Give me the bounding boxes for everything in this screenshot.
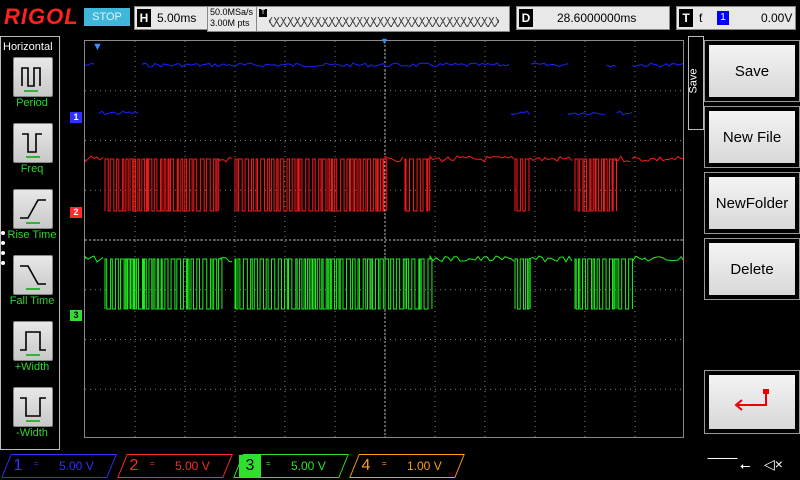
- run-stop-status[interactable]: STOP: [84, 8, 130, 26]
- ch4-number: 4: [361, 457, 371, 474]
- top-status-bar: RIGOL STOP H 5.00ms 50.0MSa/s 3.00M pts …: [0, 0, 800, 36]
- rising-edge-icon: ƭ: [699, 11, 703, 25]
- measure-fall-time[interactable]: Fall Time: [7, 255, 57, 317]
- page-dots-icon: [1, 231, 5, 271]
- trigger-position-marker: T: [259, 9, 267, 17]
- negative-width-icon: [13, 387, 53, 427]
- new-file-button-label: New File: [709, 111, 795, 163]
- delay-value: 28.6000000ms: [557, 11, 637, 25]
- save-button-label: Save: [709, 45, 795, 97]
- horizontal-label: H: [137, 9, 151, 27]
- speaker-icon[interactable]: ◁×: [764, 456, 783, 473]
- ch2-scale: 5.00 V: [175, 459, 210, 473]
- trigger-label: T: [679, 9, 693, 27]
- return-arrow-icon: [734, 389, 769, 411]
- measure-rise-time[interactable]: Rise Time: [7, 189, 57, 251]
- trigger-box[interactable]: T ƭ 1 0.00V: [676, 6, 796, 30]
- sample-rate-box: 50.0MSa/s 3.00M pts: [207, 6, 259, 32]
- return-button[interactable]: [704, 370, 800, 434]
- positive-width-icon: [13, 321, 53, 361]
- measure-negative-width[interactable]: -Width: [7, 387, 57, 449]
- memory-position-bar[interactable]: T: [256, 6, 510, 32]
- waveform-display[interactable]: [84, 40, 684, 438]
- delay-box[interactable]: D 28.6000000ms: [516, 6, 670, 30]
- center-marker: ▼: [380, 36, 389, 46]
- horizontal-measure-menu: Horizontal Period Freq Rise Time Fall Ti…: [0, 36, 60, 450]
- ch3-scale: 5.00 V: [291, 459, 326, 473]
- ch3-status[interactable]: 3 = 5.00 V: [233, 454, 349, 478]
- brand-logo: RIGOL: [4, 4, 79, 29]
- new-folder-button-label: NewFolder: [709, 177, 795, 229]
- freq-label: Freq: [20, 163, 44, 175]
- trigger-time-marker[interactable]: ▼: [92, 41, 103, 53]
- measure-period[interactable]: Period: [7, 57, 57, 119]
- waveform-overview: [269, 17, 499, 27]
- trigger-level: 0.00V: [761, 11, 793, 25]
- ch2-status[interactable]: 2 = 5.00 V: [117, 454, 233, 478]
- delete-button-label: Delete: [709, 243, 795, 295]
- ch3-ground-marker[interactable]: 3: [70, 310, 82, 321]
- negative-width-label: -Width: [16, 427, 48, 439]
- fall-time-icon: [13, 255, 53, 295]
- ch2-ground-marker[interactable]: 2: [70, 207, 82, 218]
- timebase-box[interactable]: H 5.00ms: [134, 6, 208, 30]
- period-icon: [13, 57, 53, 97]
- new-file-button[interactable]: New File: [704, 106, 800, 168]
- ch1-scale: 5.00 V: [59, 459, 94, 473]
- status-divider: [692, 458, 738, 477]
- ch2-number: 2: [129, 457, 139, 474]
- ch1-status[interactable]: 1 = 5.00 V: [1, 454, 117, 478]
- memory-depth: 3.00M pts: [210, 18, 250, 28]
- ch2-coupling: =: [150, 459, 155, 468]
- ch4-status[interactable]: 4 = 1.00 V: [349, 454, 465, 478]
- ch4-scale: 1.00 V: [407, 459, 442, 473]
- ch1-ground-marker[interactable]: 1: [70, 112, 82, 123]
- save-menu: Save Save New File NewFolder Delete: [688, 36, 800, 450]
- sample-rate: 50.0MSa/s: [210, 7, 254, 17]
- waveform-canvas: [85, 41, 683, 437]
- save-tab-label: Save: [687, 68, 700, 94]
- freq-icon: [13, 123, 53, 163]
- ch4-coupling: =: [382, 459, 387, 468]
- fall-time-label: Fall Time: [9, 295, 55, 307]
- menu-title: Horizontal: [3, 41, 53, 53]
- trigger-source: 1: [717, 11, 729, 25]
- new-folder-button[interactable]: NewFolder: [704, 172, 800, 234]
- rise-time-icon: [13, 189, 53, 229]
- return-button-face: [709, 375, 795, 429]
- positive-width-label: +Width: [14, 361, 50, 373]
- rise-time-label: Rise Time: [7, 229, 57, 241]
- measure-freq[interactable]: Freq: [7, 123, 57, 185]
- save-menu-tab: Save: [688, 36, 704, 130]
- timebase-value: 5.00ms: [157, 11, 197, 25]
- channel-status-bar: 1 = 5.00 V 2 = 5.00 V 3 = 5.00 V 4 = 1.0…: [0, 452, 800, 480]
- ch3-number: 3: [239, 455, 261, 477]
- ch3-coupling: =: [266, 459, 271, 468]
- period-label: Period: [16, 97, 48, 109]
- save-button[interactable]: Save: [704, 40, 800, 102]
- delay-label: D: [519, 9, 533, 27]
- ch1-coupling: =: [34, 459, 39, 468]
- measure-positive-width[interactable]: +Width: [7, 321, 57, 383]
- ch1-number: 1: [13, 457, 23, 474]
- delete-button[interactable]: Delete: [704, 238, 800, 300]
- usb-icon: ⭠: [740, 458, 751, 473]
